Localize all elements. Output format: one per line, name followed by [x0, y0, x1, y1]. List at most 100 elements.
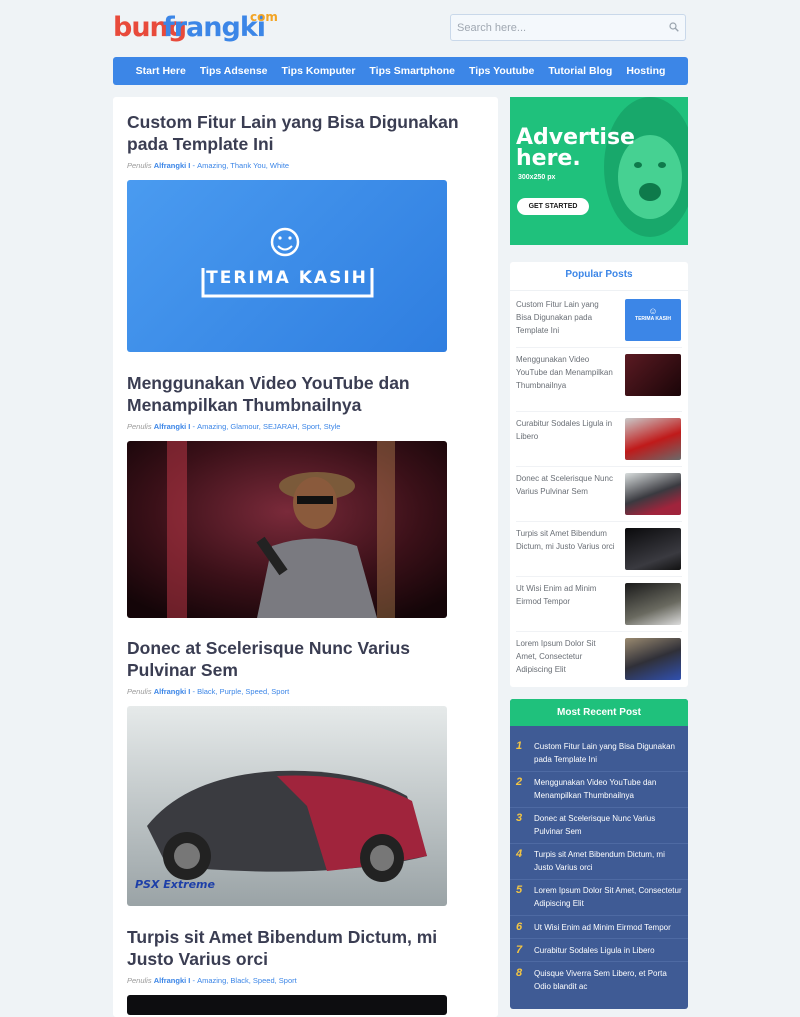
recent-post-number: 6 — [516, 921, 523, 933]
nav-item-tips-komputer[interactable]: Tips Komputer — [275, 65, 363, 77]
post-meta: Penulis Alfrangki I - Amazing, Thank You… — [127, 161, 472, 170]
recent-post-title[interactable]: Ut Wisi Enim ad Minim Eirmod Tempor — [534, 921, 684, 934]
meta-prefix: Penulis — [127, 161, 152, 170]
post-tags[interactable]: Amazing, Glamour, SEJARAH, Sport, Style — [197, 422, 340, 431]
recent-post-number: 1 — [516, 740, 523, 752]
post-title[interactable]: Turpis sit Amet Bibendum Dictum, mi Just… — [127, 926, 472, 970]
recent-post-number: 2 — [516, 776, 523, 788]
post-thumbnail[interactable] — [127, 441, 447, 618]
recent-post-title[interactable]: Custom Fitur Lain yang Bisa Digunakan pa… — [534, 740, 684, 766]
image-watermark: PSX Extreme — [135, 878, 215, 891]
post-author-link[interactable]: Alfrangki I — [154, 687, 191, 696]
recent-post-title[interactable]: Quisque Viverra Sem Libero, et Porta Odi… — [534, 967, 684, 993]
post-title[interactable]: Donec at Scelerisque Nunc Varius Pulvina… — [127, 637, 472, 681]
nav-item-tips-youtube[interactable]: Tips Youtube — [462, 65, 541, 77]
meta-separator: - — [192, 161, 195, 170]
widget-title: Popular Posts — [510, 262, 688, 291]
popular-post-thumb[interactable] — [625, 638, 681, 680]
post-card: Menggunakan Video YouTube dan Menampilka… — [127, 372, 472, 431]
recent-post-number: 4 — [516, 848, 523, 860]
nav-item-hosting[interactable]: Hosting — [619, 65, 672, 77]
popular-post-title[interactable]: Turpis sit Amet Bibendum Dictum, mi Just… — [516, 527, 616, 553]
nav-item-tips-adsense[interactable]: Tips Adsense — [193, 65, 275, 77]
divider — [516, 411, 682, 412]
nav-item-start-here[interactable]: Start Here — [129, 65, 193, 77]
popular-post-title[interactable]: Curabitur Sodales Ligula in Libero — [516, 417, 616, 443]
recent-post-title[interactable]: Turpis sit Amet Bibendum Dictum, mi Just… — [534, 848, 684, 874]
recent-posts-widget: Most Recent Post 1 Custom Fitur Lain yan… — [510, 699, 688, 1009]
smiley-icon — [270, 227, 300, 257]
logo-part-com: com — [250, 10, 278, 24]
divider — [510, 961, 688, 962]
divider — [510, 843, 688, 844]
popular-post-thumb[interactable] — [625, 418, 681, 460]
car-photo — [127, 706, 447, 906]
widget-title: Most Recent Post — [510, 699, 688, 726]
divider — [510, 771, 688, 772]
post-author-link[interactable]: Alfrangki I — [154, 422, 191, 431]
divider — [510, 807, 688, 808]
main-nav: Start Here Tips Adsense Tips Komputer Ti… — [113, 57, 688, 85]
popular-post-title[interactable]: Ut Wisi Enim ad Minim Eirmod Tempor — [516, 582, 616, 608]
recent-post-title[interactable]: Curabitur Sodales Ligula in Libero — [534, 944, 684, 957]
meta-prefix: Penulis — [127, 687, 152, 696]
popular-posts-widget: Popular Posts Custom Fitur Lain yang Bis… — [510, 262, 688, 687]
ad-headline-2: here. — [516, 146, 581, 171]
search-input[interactable] — [451, 15, 657, 40]
divider — [516, 347, 682, 348]
divider — [510, 938, 688, 939]
post-thumbnail[interactable]: PSX Extreme — [127, 706, 447, 906]
popular-post-title[interactable]: Menggunakan Video YouTube dan Menampilka… — [516, 353, 616, 392]
post-thumbnail[interactable] — [127, 995, 447, 1015]
get-started-button[interactable]: GET STARTED — [517, 198, 589, 215]
thumb-caption: TERIMA KASIH — [635, 316, 671, 322]
divider — [516, 521, 682, 522]
recent-post-title[interactable]: Lorem Ipsum Dolor Sit Amet, Consectetur … — [534, 884, 684, 910]
recent-post-number: 3 — [516, 812, 523, 824]
post-card: Custom Fitur Lain yang Bisa Digunakan pa… — [127, 111, 472, 170]
thumbnail-caption: TERIMA KASIH — [206, 268, 368, 288]
meta-separator: - — [192, 687, 195, 696]
advertisement-banner[interactable]: Advertise here. 300x250 px GET STARTED — [510, 97, 688, 245]
search-box — [450, 14, 686, 41]
divider — [510, 915, 688, 916]
post-tags[interactable]: Black, Purple, Speed, Sport — [197, 687, 289, 696]
ad-size: 300x250 px — [518, 174, 556, 181]
meta-separator: - — [192, 976, 195, 985]
recent-post-number: 7 — [516, 944, 523, 956]
recent-post-title[interactable]: Donec at Scelerisque Nunc Varius Pulvina… — [534, 812, 684, 838]
popular-post-thumb[interactable] — [625, 473, 681, 515]
popular-post-thumb[interactable] — [625, 528, 681, 570]
nav-item-tips-smartphone[interactable]: Tips Smartphone — [362, 65, 462, 77]
post-author-link[interactable]: Alfrangki I — [154, 161, 191, 170]
popular-post-thumb[interactable] — [625, 354, 681, 396]
popular-post-title[interactable]: Custom Fitur Lain yang Bisa Digunakan pa… — [516, 298, 616, 337]
baby-image — [604, 97, 688, 237]
post-title[interactable]: Custom Fitur Lain yang Bisa Digunakan pa… — [127, 111, 472, 155]
post-author-link[interactable]: Alfrangki I — [154, 976, 191, 985]
main-content: Custom Fitur Lain yang Bisa Digunakan pa… — [113, 97, 498, 1017]
popular-post-thumb[interactable]: ☺ TERIMA KASIH — [625, 299, 681, 341]
recent-post-number: 5 — [516, 884, 523, 896]
divider — [516, 576, 682, 577]
post-title[interactable]: Menggunakan Video YouTube dan Menampilka… — [127, 372, 472, 416]
post-meta: Penulis Alfrangki I - Amazing, Glamour, … — [127, 422, 472, 431]
popular-post-title[interactable]: Donec at Scelerisque Nunc Varius Pulvina… — [516, 472, 616, 498]
meta-separator: - — [192, 422, 195, 431]
post-meta: Penulis Alfrangki I - Black, Purple, Spe… — [127, 687, 472, 696]
ad-headline-1: Advertise — [516, 125, 635, 150]
recent-post-title[interactable]: Menggunakan Video YouTube dan Menampilka… — [534, 776, 684, 802]
popular-post-title[interactable]: Lorem Ipsum Dolor Sit Amet, Consectetur … — [516, 637, 616, 676]
post-card: Turpis sit Amet Bibendum Dictum, mi Just… — [127, 926, 472, 985]
thank-you-image — [201, 227, 374, 298]
recent-post-number: 8 — [516, 967, 523, 979]
post-tags[interactable]: Amazing, Black, Speed, Sport — [197, 976, 297, 985]
meta-prefix: Penulis — [127, 422, 152, 431]
search-icon[interactable] — [669, 22, 679, 32]
popular-post-thumb[interactable] — [625, 583, 681, 625]
post-meta: Penulis Alfrangki I - Amazing, Black, Sp… — [127, 976, 472, 985]
post-thumbnail[interactable]: TERIMA KASIH — [127, 180, 447, 352]
post-tags[interactable]: Amazing, Thank You, White — [197, 161, 289, 170]
nav-item-tutorial-blog[interactable]: Tutorial Blog — [541, 65, 619, 77]
singer-photo — [127, 441, 447, 618]
